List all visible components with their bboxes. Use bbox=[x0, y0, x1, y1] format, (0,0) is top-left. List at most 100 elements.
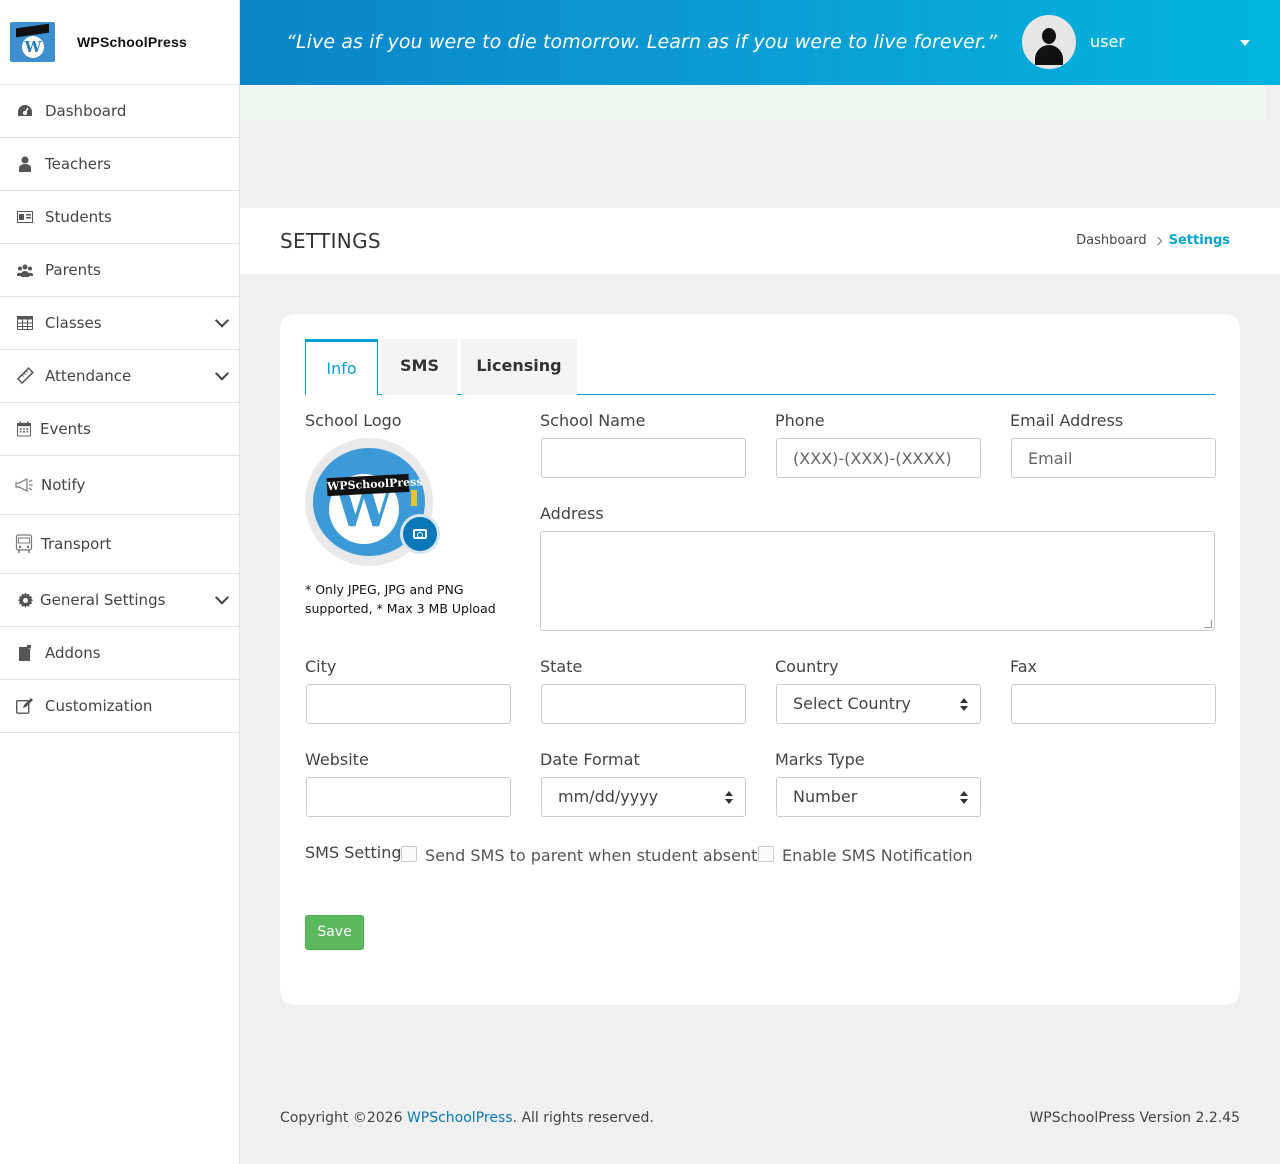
address-label: Address bbox=[540, 504, 604, 523]
sidebar-item-label: Parents bbox=[45, 261, 101, 279]
ruler-icon bbox=[16, 367, 34, 385]
school-name-input[interactable] bbox=[541, 438, 746, 478]
sidebar-item-label: General Settings bbox=[40, 591, 166, 609]
sidebar-item-label: Customization bbox=[45, 697, 153, 715]
user-avatar[interactable] bbox=[1022, 15, 1076, 69]
breadcrumb-current: Settings bbox=[1168, 233, 1230, 248]
sidebar-item-label: Events bbox=[40, 420, 91, 438]
chevron-down-icon[interactable] bbox=[214, 590, 230, 605]
sidebar-item-classes[interactable]: Classes bbox=[0, 297, 239, 350]
brand-name: WPSchoolPress bbox=[77, 34, 187, 50]
footer-copyright: Copyright ©2026 WPSchoolPress. All right… bbox=[280, 1110, 654, 1126]
teacher-icon bbox=[16, 155, 34, 173]
country-select[interactable]: Select Country bbox=[776, 684, 981, 724]
fax-input[interactable] bbox=[1011, 684, 1216, 724]
sidebar-item-attendance[interactable]: Attendance bbox=[0, 350, 239, 403]
sidebar-item-label: Notify bbox=[41, 476, 86, 494]
brand[interactable]: W WPSchoolPress bbox=[0, 0, 239, 85]
sidebar-item-students[interactable]: Students bbox=[0, 191, 239, 244]
select-arrows-icon bbox=[725, 791, 733, 805]
sidebar-item-customization[interactable]: Customization bbox=[0, 680, 239, 733]
state-input[interactable] bbox=[541, 684, 746, 724]
email-input[interactable] bbox=[1011, 438, 1216, 478]
select-arrows-icon bbox=[960, 791, 968, 805]
footer-link[interactable]: WPSchoolPress bbox=[407, 1110, 513, 1126]
marks-type-value: Number bbox=[793, 787, 858, 806]
footer-version: WPSchoolPress Version 2.2.45 bbox=[1029, 1110, 1240, 1126]
chevron-down-icon[interactable] bbox=[214, 366, 230, 381]
settings-card: Info SMS Licensing School Logo W WPSchoo… bbox=[280, 314, 1240, 1005]
logo-upload-note: * Only JPEG, JPG and PNG supported, * Ma… bbox=[305, 582, 496, 616]
table-icon bbox=[16, 314, 34, 332]
sidebar-item-parents[interactable]: Parents bbox=[0, 244, 239, 297]
sidebar-item-label: Attendance bbox=[45, 367, 132, 385]
sidebar-item-teachers[interactable]: Teachers bbox=[0, 138, 239, 191]
sidebar-item-label: Classes bbox=[45, 314, 102, 332]
marks-type-label: Marks Type bbox=[775, 750, 865, 769]
sidebar-item-label: Dashboard bbox=[45, 102, 127, 120]
breadcrumb: Dashboard Settings bbox=[1076, 233, 1230, 248]
tab-sms[interactable]: SMS bbox=[382, 339, 457, 395]
resize-handle[interactable] bbox=[1204, 620, 1212, 628]
phone-label: Phone bbox=[775, 411, 825, 430]
address-textarea[interactable] bbox=[540, 531, 1215, 631]
sidebar-item-label: Teachers bbox=[45, 155, 111, 173]
notice-bar bbox=[240, 85, 1265, 121]
save-button[interactable]: Save bbox=[305, 915, 364, 950]
website-input[interactable] bbox=[306, 777, 511, 817]
megaphone-icon bbox=[15, 476, 33, 494]
chevron-right-icon bbox=[1153, 236, 1162, 245]
calendar-icon bbox=[17, 420, 31, 438]
chevron-down-icon[interactable] bbox=[214, 313, 230, 328]
marks-type-select[interactable]: Number bbox=[776, 777, 981, 817]
edit-icon bbox=[16, 697, 34, 715]
sidebar-item-label: Addons bbox=[45, 644, 101, 662]
dashboard-icon bbox=[16, 102, 34, 120]
school-name-label: School Name bbox=[540, 411, 646, 430]
breadcrumb-home[interactable]: Dashboard bbox=[1076, 233, 1147, 248]
city-input[interactable] bbox=[306, 684, 511, 724]
date-format-label: Date Format bbox=[540, 750, 640, 769]
page-title: SETTINGS bbox=[280, 229, 381, 253]
brand-logo: W bbox=[10, 22, 55, 62]
website-label: Website bbox=[305, 750, 369, 769]
phone-input[interactable] bbox=[776, 438, 981, 478]
tab-licensing[interactable]: Licensing bbox=[461, 339, 577, 395]
sms-setting-label: SMS Setting bbox=[305, 843, 402, 862]
country-label: Country bbox=[775, 657, 839, 676]
id-card-icon bbox=[16, 208, 34, 226]
top-header: “Live as if you were to die tomorrow. Le… bbox=[240, 0, 1280, 85]
plugin-icon bbox=[16, 644, 34, 662]
user-name[interactable]: user bbox=[1090, 32, 1125, 51]
state-label: State bbox=[540, 657, 583, 676]
country-select-value: Select Country bbox=[793, 694, 912, 713]
bus-icon bbox=[15, 534, 33, 553]
sidebar-item-notify[interactable]: Notify bbox=[0, 456, 239, 515]
sidebar-item-transport[interactable]: Transport bbox=[0, 515, 239, 574]
sidebar-item-events[interactable]: Events bbox=[0, 403, 239, 456]
users-icon bbox=[16, 261, 34, 279]
camera-upload-icon[interactable] bbox=[400, 514, 440, 554]
sidebar-item-addons[interactable]: Addons bbox=[0, 627, 239, 680]
tab-info[interactable]: Info bbox=[305, 339, 378, 396]
sms-absent-checkbox[interactable] bbox=[401, 846, 417, 862]
date-format-value: mm/dd/yyyy bbox=[558, 787, 659, 806]
settings-tabs: Info SMS Licensing bbox=[305, 339, 1215, 396]
city-label: City bbox=[305, 657, 337, 676]
sidebar: W WPSchoolPress Dashboard Teachers Stude… bbox=[0, 0, 240, 1164]
sms-absent-label[interactable]: Send SMS to parent when student absent bbox=[425, 846, 757, 865]
sidebar-item-dashboard[interactable]: Dashboard bbox=[0, 85, 239, 138]
sms-enable-checkbox[interactable] bbox=[758, 846, 774, 862]
caret-down-icon[interactable] bbox=[1240, 40, 1250, 46]
fax-label: Fax bbox=[1010, 657, 1038, 676]
sidebar-item-general-settings[interactable]: General Settings bbox=[0, 574, 239, 627]
page-header: SETTINGS Dashboard Settings bbox=[240, 208, 1280, 274]
sidebar-item-label: Students bbox=[45, 208, 112, 226]
sms-enable-label[interactable]: Enable SMS Notification bbox=[782, 846, 973, 865]
sidebar-item-label: Transport bbox=[41, 535, 112, 553]
school-logo-label: School Logo bbox=[305, 411, 402, 430]
email-label: Email Address bbox=[1010, 411, 1124, 430]
header-quote: “Live as if you were to die tomorrow. Le… bbox=[286, 31, 998, 53]
select-arrows-icon bbox=[960, 698, 968, 712]
date-format-select[interactable]: mm/dd/yyyy bbox=[541, 777, 746, 817]
